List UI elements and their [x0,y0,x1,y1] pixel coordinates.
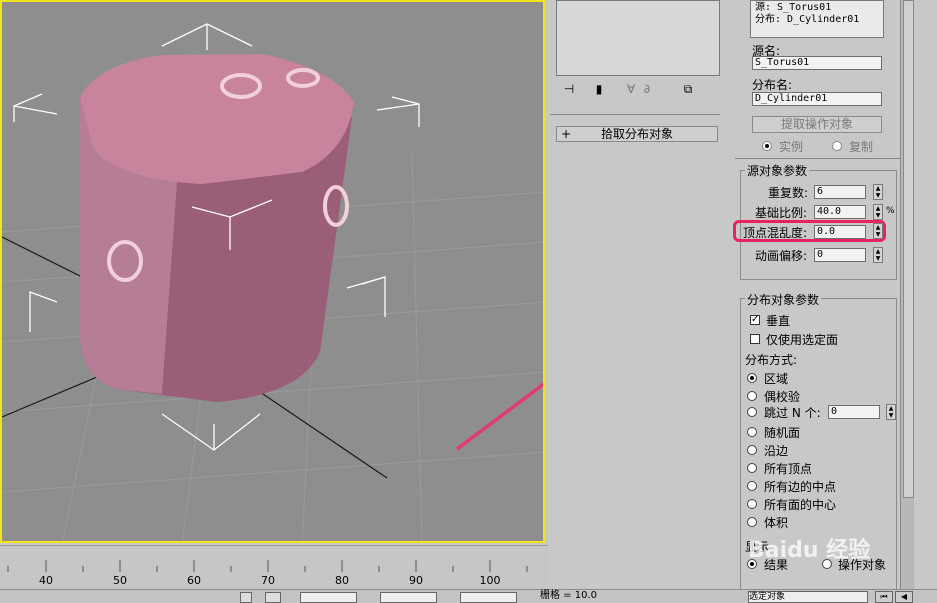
panel-scrollbar[interactable] [900,0,915,589]
distribution-name-field[interactable]: D_Cylinder01 [752,92,882,106]
all-face-centers-radio[interactable] [747,499,757,509]
distribution-params-title: 分布对象参数 [745,291,822,308]
skip-n-radio[interactable] [747,407,757,417]
animation-offset-label: 动画偏移: [755,249,808,263]
expand-icon: + [561,127,572,141]
pick-button-label: 拾取分布对象 [600,127,673,141]
pick-distribution-object-button[interactable]: + 拾取分布对象 [556,126,718,142]
vertex-chaos-field[interactable]: 0.0 [814,225,866,239]
y-coordinate-field[interactable] [380,592,437,603]
status-bar: 栅格 = 10.0 选定对象 ⏮ ◀ [0,589,937,603]
watermark: Baidu 经验 [748,538,871,563]
perpendicular-label: 垂直 [766,314,791,328]
option-label: 偶校验 [764,390,801,404]
timeline-ruler[interactable]: 40 50 60 70 80 90 100 [0,545,548,588]
make-unique-icon[interactable]: ∀ [624,82,638,96]
ruler-label: 100 [479,574,501,587]
right-edge-panel [914,0,937,589]
ruler-label: 90 [409,574,423,587]
distribute-by-label: 分布方式: [745,353,798,367]
scrollbar-thumb[interactable] [903,0,914,498]
use-selected-faces-checkbox[interactable] [750,334,760,344]
all-edge-midpoints-radio[interactable] [747,481,757,491]
option-label: 区域 [764,372,789,386]
duplicates-label: 重复数: [768,186,809,200]
absolute-mode-icon[interactable] [265,592,281,603]
divider [550,114,720,115]
pin-stack-icon[interactable]: ⊣ [560,82,578,96]
operands-panel: ⊣ ▮ ∀ ∂ ⧉ + 拾取分布对象 [548,0,728,589]
source-name-field[interactable]: S_Torus01 [752,56,882,70]
duplicates-field[interactable]: 6 [814,185,866,199]
go-to-start-icon[interactable]: ⏮ [875,591,893,603]
base-scale-label: 基础比例: [755,206,808,220]
even-radio[interactable] [747,391,757,401]
vertex-chaos-label: 顶点混乱度: [743,226,808,240]
copy-label: 复制 [849,140,874,154]
ruler-label: 80 [335,574,349,587]
z-coordinate-field[interactable] [460,592,517,603]
previous-frame-icon[interactable]: ◀ [895,591,913,603]
random-faces-radio[interactable] [747,427,757,437]
scene-canvas [2,23,543,541]
ruler-label: 60 [187,574,201,587]
parameters-panel: 源: S_Torus01 分布: D_Cylinder01 源名: S_Toru… [733,0,900,589]
option-label: 所有顶点 [764,462,813,476]
option-label: 随机面 [764,426,801,440]
along-edges-radio[interactable] [747,445,757,455]
source-params-title: 源对象参数 [745,162,810,179]
volume-radio[interactable] [747,517,757,527]
copy-radio[interactable] [832,141,842,151]
perpendicular-checkbox[interactable]: ✓ [750,315,760,325]
axis-line [2,376,98,418]
option-label: 所有边的中点 [764,480,837,494]
extract-operand-button[interactable]: 提取操作对象 [752,116,882,133]
remove-modifier-icon[interactable]: ∂ [640,82,654,96]
base-scale-field[interactable]: 40.0 [814,205,866,219]
animation-offset-spinner[interactable]: ▲ ▼ [873,247,883,263]
base-scale-spinner[interactable]: ▲ ▼ [873,204,883,220]
option-label: 所有面的中心 [764,498,837,512]
distribution-name-label: 分布名: [752,78,793,92]
x-coordinate-field[interactable] [300,592,357,603]
ruler-label: 50 [113,574,127,587]
operand-item[interactable]: 分布: D_Cylinder01 [751,14,883,26]
lock-icon[interactable] [240,592,252,603]
option-label: 跳过 N 个: [764,406,821,420]
skip-n-spinner[interactable]: ▲ ▼ [886,404,896,420]
skip-n-field[interactable]: 0 [828,405,880,419]
option-label: 体积 [764,516,789,530]
axis-line [259,391,388,479]
all-vertices-radio[interactable] [747,463,757,473]
selection-filter-dropdown[interactable]: 选定对象 [748,591,868,603]
duplicates-spinner[interactable]: ▲ ▼ [873,184,883,200]
operands-list[interactable]: 源: S_Torus01 分布: D_Cylinder01 [750,0,884,38]
annotation-arrow [455,382,543,451]
show-end-result-icon[interactable]: ▮ [590,82,608,96]
operand-item[interactable]: 源: S_Torus01 [751,1,883,14]
operand-list-box[interactable] [556,0,720,76]
animation-offset-field[interactable]: 0 [814,248,866,262]
use-selected-faces-label: 仅使用选定面 [766,333,839,347]
configure-sets-icon[interactable]: ⧉ [680,82,696,97]
instance-label: 实例 [779,140,804,154]
ruler-label: 70 [261,574,275,587]
grid-size-label: 栅格 = 10.0 [540,590,598,601]
area-radio[interactable] [747,373,757,383]
vertex-chaos-spinner[interactable]: ▲ ▼ [873,223,883,239]
divider [735,158,900,159]
percent-unit: % [886,206,895,216]
perspective-viewport[interactable] [0,0,545,543]
ruler-label: 40 [39,574,53,587]
option-label: 沿边 [764,444,789,458]
instance-radio[interactable] [762,141,772,151]
